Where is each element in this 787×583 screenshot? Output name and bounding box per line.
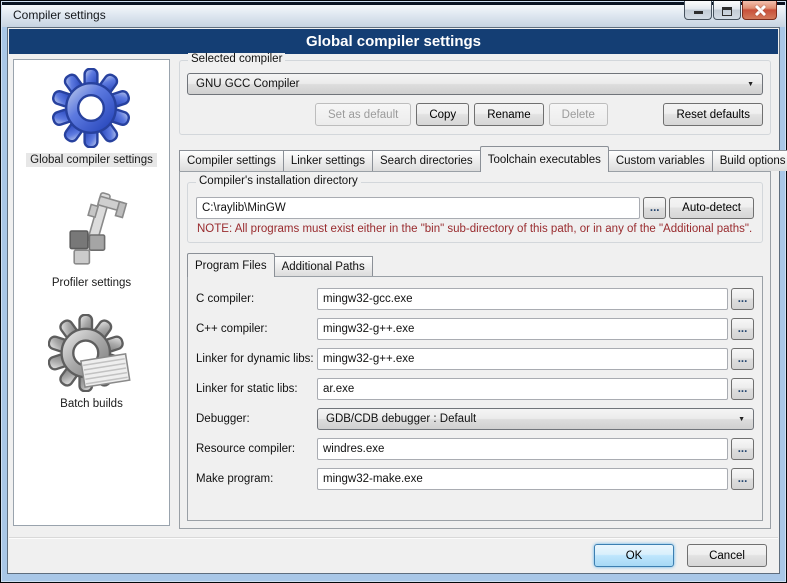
browse-dynamic-linker-button[interactable]: ...	[731, 348, 754, 370]
browse-c-compiler-button[interactable]: ...	[731, 288, 754, 310]
titlebar[interactable]: Compiler settings	[2, 5, 785, 27]
make-program-input[interactable]	[317, 468, 728, 490]
static-linker-label: Linker for static libs:	[196, 383, 314, 395]
c-compiler-label: C compiler:	[196, 293, 314, 305]
tab-toolchain-executables[interactable]: Toolchain executables	[480, 146, 609, 172]
tab-program-files[interactable]: Program Files	[187, 253, 275, 277]
tab-linker-settings[interactable]: Linker settings	[283, 150, 373, 171]
caliper-icon	[49, 191, 133, 271]
browse-static-linker-button[interactable]: ...	[731, 378, 754, 400]
settings-category-list: Global compiler settings	[13, 59, 170, 526]
browse-resource-compiler-button[interactable]: ...	[731, 438, 754, 460]
program-files-notebook: Program Files Additional Paths C compile…	[187, 252, 763, 521]
cancel-button[interactable]: Cancel	[687, 544, 767, 567]
toolchain-executables-page: Compiler's installation directory ... Au…	[179, 171, 771, 529]
program-row: Resource compiler: ...	[196, 438, 754, 460]
sidebar-item-label: Global compiler settings	[26, 153, 157, 167]
browse-directory-button[interactable]: ...	[643, 197, 666, 219]
program-row: Linker for static libs: ...	[196, 378, 754, 400]
dynamic-linker-label: Linker for dynamic libs:	[196, 353, 314, 365]
make-program-label: Make program:	[196, 473, 314, 485]
maximize-icon	[722, 7, 732, 16]
minimize-button[interactable]	[684, 1, 712, 20]
resource-compiler-label: Resource compiler:	[196, 443, 314, 455]
c-compiler-input[interactable]	[317, 288, 728, 310]
main-panel: Selected compiler GNU GCC Compiler ▼ Set…	[179, 60, 771, 529]
caption-buttons	[684, 1, 777, 20]
tab-search-directories[interactable]: Search directories	[372, 150, 481, 171]
resource-compiler-input[interactable]	[317, 438, 728, 460]
static-linker-input[interactable]	[317, 378, 728, 400]
maximize-button[interactable]	[713, 1, 741, 20]
dialog-body: Global compiler settings	[8, 55, 779, 534]
delete-button[interactable]: Delete	[549, 103, 608, 126]
debugger-label: Debugger:	[196, 413, 314, 425]
compiler-select-value: GNU GCC Compiler	[196, 78, 747, 90]
minimize-icon	[694, 11, 703, 14]
footer-buttons: OK Cancel	[594, 544, 767, 567]
program-row: C++ compiler: ...	[196, 318, 754, 340]
blue-gear-icon	[47, 68, 135, 148]
program-row: Debugger: GDB/CDB debugger : Default ▼	[196, 408, 754, 430]
program-files-page: C compiler: ... C++ compiler: ... Linker	[187, 276, 763, 521]
browse-cpp-compiler-button[interactable]: ...	[731, 318, 754, 340]
installation-directory-group-label: Compiler's installation directory	[196, 175, 361, 187]
close-button[interactable]	[742, 1, 777, 20]
gray-gear-stack-icon	[48, 314, 136, 392]
chevron-down-icon: ▼	[738, 416, 745, 423]
program-row: C compiler: ...	[196, 288, 754, 310]
page-title: Global compiler settings	[9, 29, 778, 54]
browse-make-program-button[interactable]: ...	[731, 468, 754, 490]
selected-compiler-group-label: Selected compiler	[188, 53, 285, 65]
sidebar-item-label: Profiler settings	[48, 276, 135, 290]
tab-build-options[interactable]: Build options	[712, 150, 787, 171]
sidebar-item-profiler-settings[interactable]: Profiler settings	[48, 191, 135, 290]
cpp-compiler-label: C++ compiler:	[196, 323, 314, 335]
reset-defaults-button[interactable]: Reset defaults	[663, 103, 763, 126]
sidebar-item-global-compiler-settings[interactable]: Global compiler settings	[26, 68, 157, 167]
program-files-tabstrip: Program Files Additional Paths	[187, 252, 763, 276]
chevron-down-icon: ▼	[747, 81, 754, 88]
tab-custom-variables[interactable]: Custom variables	[608, 150, 713, 171]
program-row: Linker for dynamic libs: ...	[196, 348, 754, 370]
footer-separator	[9, 537, 778, 539]
installation-directory-input[interactable]	[196, 197, 640, 219]
rename-button[interactable]: Rename	[474, 103, 543, 126]
tab-compiler-settings[interactable]: Compiler settings	[179, 150, 284, 171]
debugger-select-value: GDB/CDB debugger : Default	[326, 413, 738, 425]
window-title: Compiler settings	[13, 8, 106, 22]
tab-additional-paths[interactable]: Additional Paths	[274, 256, 373, 276]
program-row: Make program: ...	[196, 468, 754, 490]
compiler-settings-dialog: Compiler settings Global compiler settin…	[0, 0, 787, 583]
selected-compiler-group: Selected compiler GNU GCC Compiler ▼ Set…	[179, 60, 771, 135]
bin-subdirectory-note: NOTE: All programs must exist either in …	[197, 223, 753, 235]
auto-detect-button[interactable]: Auto-detect	[669, 197, 754, 219]
sidebar-item-batch-builds[interactable]: Batch builds	[48, 314, 136, 411]
set-as-default-button[interactable]: Set as default	[315, 103, 411, 126]
dialog-content: Global compiler settings	[7, 27, 780, 574]
cpp-compiler-input[interactable]	[317, 318, 728, 340]
sidebar-item-label: Batch builds	[56, 397, 127, 411]
ok-button[interactable]: OK	[594, 544, 674, 567]
settings-tabstrip: Compiler settings Linker settings Search…	[179, 145, 771, 171]
installation-directory-row: ... Auto-detect	[196, 197, 754, 219]
installation-directory-group: Compiler's installation directory ... Au…	[187, 182, 763, 243]
copy-button[interactable]: Copy	[416, 103, 469, 126]
close-icon	[754, 4, 766, 16]
compiler-actions: Set as default Copy Rename Delete Reset …	[187, 103, 763, 126]
compiler-select[interactable]: GNU GCC Compiler ▼	[187, 73, 763, 95]
debugger-select[interactable]: GDB/CDB debugger : Default ▼	[317, 408, 754, 430]
dynamic-linker-input[interactable]	[317, 348, 728, 370]
